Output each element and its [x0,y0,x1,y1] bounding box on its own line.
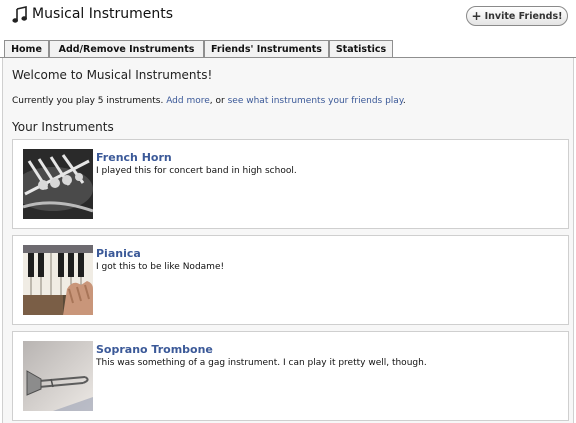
app-header: Musical Instruments + Invite Friends! [0,0,576,40]
french-horn-thumbnail[interactable] [23,149,93,219]
instrument-note: I played this for concert band in high s… [96,166,297,176]
invite-friends-label: Invite Friends! [484,10,563,22]
plus-icon: + [471,9,482,23]
section-title: Your Instruments [12,120,114,134]
instrument-note: This was something of a gag instrument. … [96,358,427,368]
app-title: Musical Instruments [32,6,174,22]
tab-add-remove-instruments[interactable]: Add/Remove Instruments [49,40,204,58]
period-text: . [402,96,406,106]
tab-statistics[interactable]: Statistics [329,40,393,58]
soprano-trombone-thumbnail[interactable] [23,341,93,411]
welcome-heading: Welcome to Musical Instruments! [12,68,213,82]
status-prefix: Currently you play 5 instruments. [12,96,164,106]
or-text: , or [209,96,225,106]
tab-bar: Home Add/Remove Instruments Friends' Ins… [0,40,576,58]
instrument-name-link[interactable]: Pianica [96,247,141,260]
instrument-count-line: Currently you play 5 instruments. Add mo… [12,96,406,106]
add-more-link[interactable]: Add more [166,96,210,106]
tab-friends-instruments[interactable]: Friends' Instruments [204,40,329,58]
instrument-note: I got this to be like Nodame! [96,262,225,272]
instrument-card: Pianica I got this to be like Nodame! [12,235,569,325]
tab-home[interactable]: Home [4,40,49,58]
instrument-name-link[interactable]: French Horn [96,151,172,164]
instrument-card: Soprano Trombone This was something of a… [12,331,569,421]
instrument-card: French Horn I played this for concert ba… [12,139,569,229]
pianica-thumbnail[interactable] [23,245,93,315]
music-note-icon [12,6,28,24]
see-friends-instruments-link[interactable]: see what instruments your friends play [228,96,403,106]
instrument-name-link[interactable]: Soprano Trombone [96,343,213,356]
invite-friends-button[interactable]: + Invite Friends! [466,6,568,26]
main-panel: Welcome to Musical Instruments! Currentl… [2,58,574,423]
